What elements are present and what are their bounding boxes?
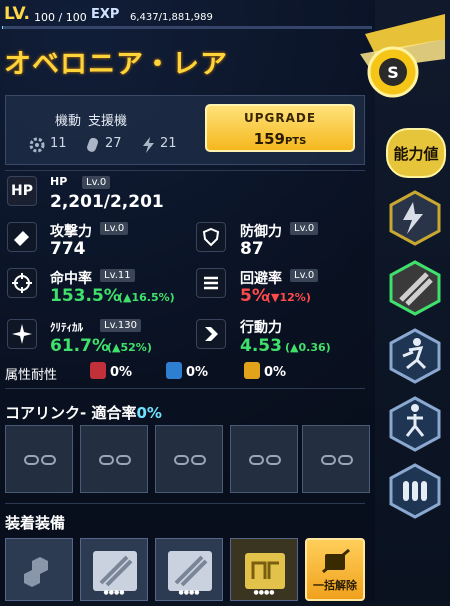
resistance-label: 属性耐性 bbox=[5, 368, 58, 383]
attack-label: 攻撃力 bbox=[50, 224, 92, 240]
lightning-skill-icon[interactable] bbox=[387, 190, 443, 246]
bullets-skill-icon[interactable] bbox=[387, 463, 443, 519]
equipment-slot-empty[interactable] bbox=[5, 538, 73, 601]
unit-name: オベロニア・レア bbox=[4, 49, 228, 80]
equipment-slot[interactable]: ●●●● bbox=[230, 538, 298, 601]
divider bbox=[5, 388, 365, 389]
level-value: 100 / 100 bbox=[34, 11, 87, 24]
hp-label: HP bbox=[50, 175, 68, 188]
running-skill-icon[interactable] bbox=[387, 328, 443, 384]
jump-skill-icon[interactable] bbox=[387, 396, 443, 452]
action-value: 4.53 bbox=[240, 336, 282, 356]
defense-level: Lv.0 bbox=[290, 222, 319, 235]
divider bbox=[5, 170, 365, 171]
exp-progress-fill bbox=[2, 26, 4, 29]
upgrade-label: UPGRADE bbox=[243, 111, 317, 125]
hp-level: Lv.0 bbox=[82, 176, 111, 189]
unit-role: 支援機 bbox=[88, 114, 128, 129]
ice-resist-icon bbox=[166, 362, 182, 379]
exp-value: 6,437/1,881,989 bbox=[130, 12, 213, 23]
unequip-icon bbox=[322, 548, 350, 574]
core-link-title: コアリンク- 適合率0% bbox=[5, 404, 162, 422]
thunder-resist-icon bbox=[244, 362, 260, 379]
core-link-slot[interactable] bbox=[230, 425, 298, 493]
level-label: LV. bbox=[4, 4, 30, 24]
accuracy-level: Lv.11 bbox=[100, 269, 135, 282]
action-label: 行動力 bbox=[240, 320, 282, 336]
equipment-title: 装着装備 bbox=[5, 514, 66, 532]
exp-label: EXP bbox=[91, 7, 120, 22]
exp-progress-bar bbox=[2, 26, 372, 29]
lightning-icon bbox=[143, 137, 154, 153]
evasion-icon bbox=[196, 268, 226, 298]
ice-resist-value: 0% bbox=[186, 365, 209, 380]
evasion-delta: (▼12%) bbox=[266, 291, 311, 304]
core-link-slot[interactable] bbox=[5, 425, 73, 493]
crosshair-icon bbox=[7, 268, 37, 298]
evasion-value: 5% bbox=[240, 286, 269, 306]
fire-resist-value: 0% bbox=[110, 365, 133, 380]
release-all-button[interactable]: 一括解除 bbox=[305, 538, 365, 601]
attack-value: 774 bbox=[50, 239, 86, 259]
strike-skill-icon[interactable] bbox=[387, 260, 443, 316]
svg-text:S: S bbox=[387, 63, 399, 82]
core-link-slot[interactable] bbox=[302, 425, 370, 493]
evasion-label: 回避率 bbox=[240, 271, 282, 287]
attack-icon bbox=[7, 222, 37, 252]
equipment-slot[interactable]: ●●●● bbox=[80, 538, 148, 601]
ammo-icon bbox=[87, 137, 99, 152]
critical-delta: (▲52%) bbox=[107, 341, 152, 354]
divider bbox=[5, 503, 365, 504]
upgrade-points: 159PTS bbox=[253, 130, 307, 148]
defense-icon bbox=[196, 222, 226, 252]
upgrade-button[interactable]: UPGRADE 159PTS bbox=[205, 104, 355, 152]
evasion-level: Lv.0 bbox=[290, 269, 319, 282]
critical-level: Lv.130 bbox=[100, 319, 141, 332]
unit-gear-stat: 11 bbox=[50, 136, 67, 151]
unit-ammo-stat: 27 bbox=[105, 136, 122, 151]
unit-bolt-stat: 21 bbox=[160, 136, 177, 151]
accuracy-delta: (▲16.5%) bbox=[118, 291, 175, 304]
critical-icon bbox=[7, 319, 37, 349]
fire-resist-icon bbox=[90, 362, 106, 379]
ability-tab[interactable]: 能力値 bbox=[386, 128, 446, 178]
hp-value: 2,201/2,201 bbox=[50, 192, 164, 212]
attack-level: Lv.0 bbox=[100, 222, 129, 235]
defense-label: 防御力 bbox=[240, 224, 282, 240]
action-icon bbox=[196, 319, 226, 349]
top-bar: LV. 100 / 100 EXP 6,437/1,881,989 bbox=[0, 0, 375, 30]
core-link-slot[interactable] bbox=[155, 425, 223, 493]
hp-badge: HP bbox=[7, 176, 37, 206]
rarity-gear-emblem: S bbox=[360, 14, 445, 98]
core-link-slot[interactable] bbox=[80, 425, 148, 493]
thunder-resist-value: 0% bbox=[264, 365, 287, 380]
critical-value: 61.7% bbox=[50, 336, 109, 356]
accuracy-label: 命中率 bbox=[50, 271, 92, 287]
action-delta: (▲0.36) bbox=[285, 341, 331, 354]
defense-value: 87 bbox=[240, 239, 264, 259]
gear-icon bbox=[29, 137, 45, 153]
release-all-label: 一括解除 bbox=[313, 579, 357, 592]
accuracy-value: 153.5% bbox=[50, 286, 121, 306]
equipment-slot[interactable]: ●●●● bbox=[155, 538, 223, 601]
unit-type: 機動 bbox=[55, 114, 82, 129]
critical-label: ｸﾘﾃｨｶﾙ bbox=[50, 321, 83, 334]
